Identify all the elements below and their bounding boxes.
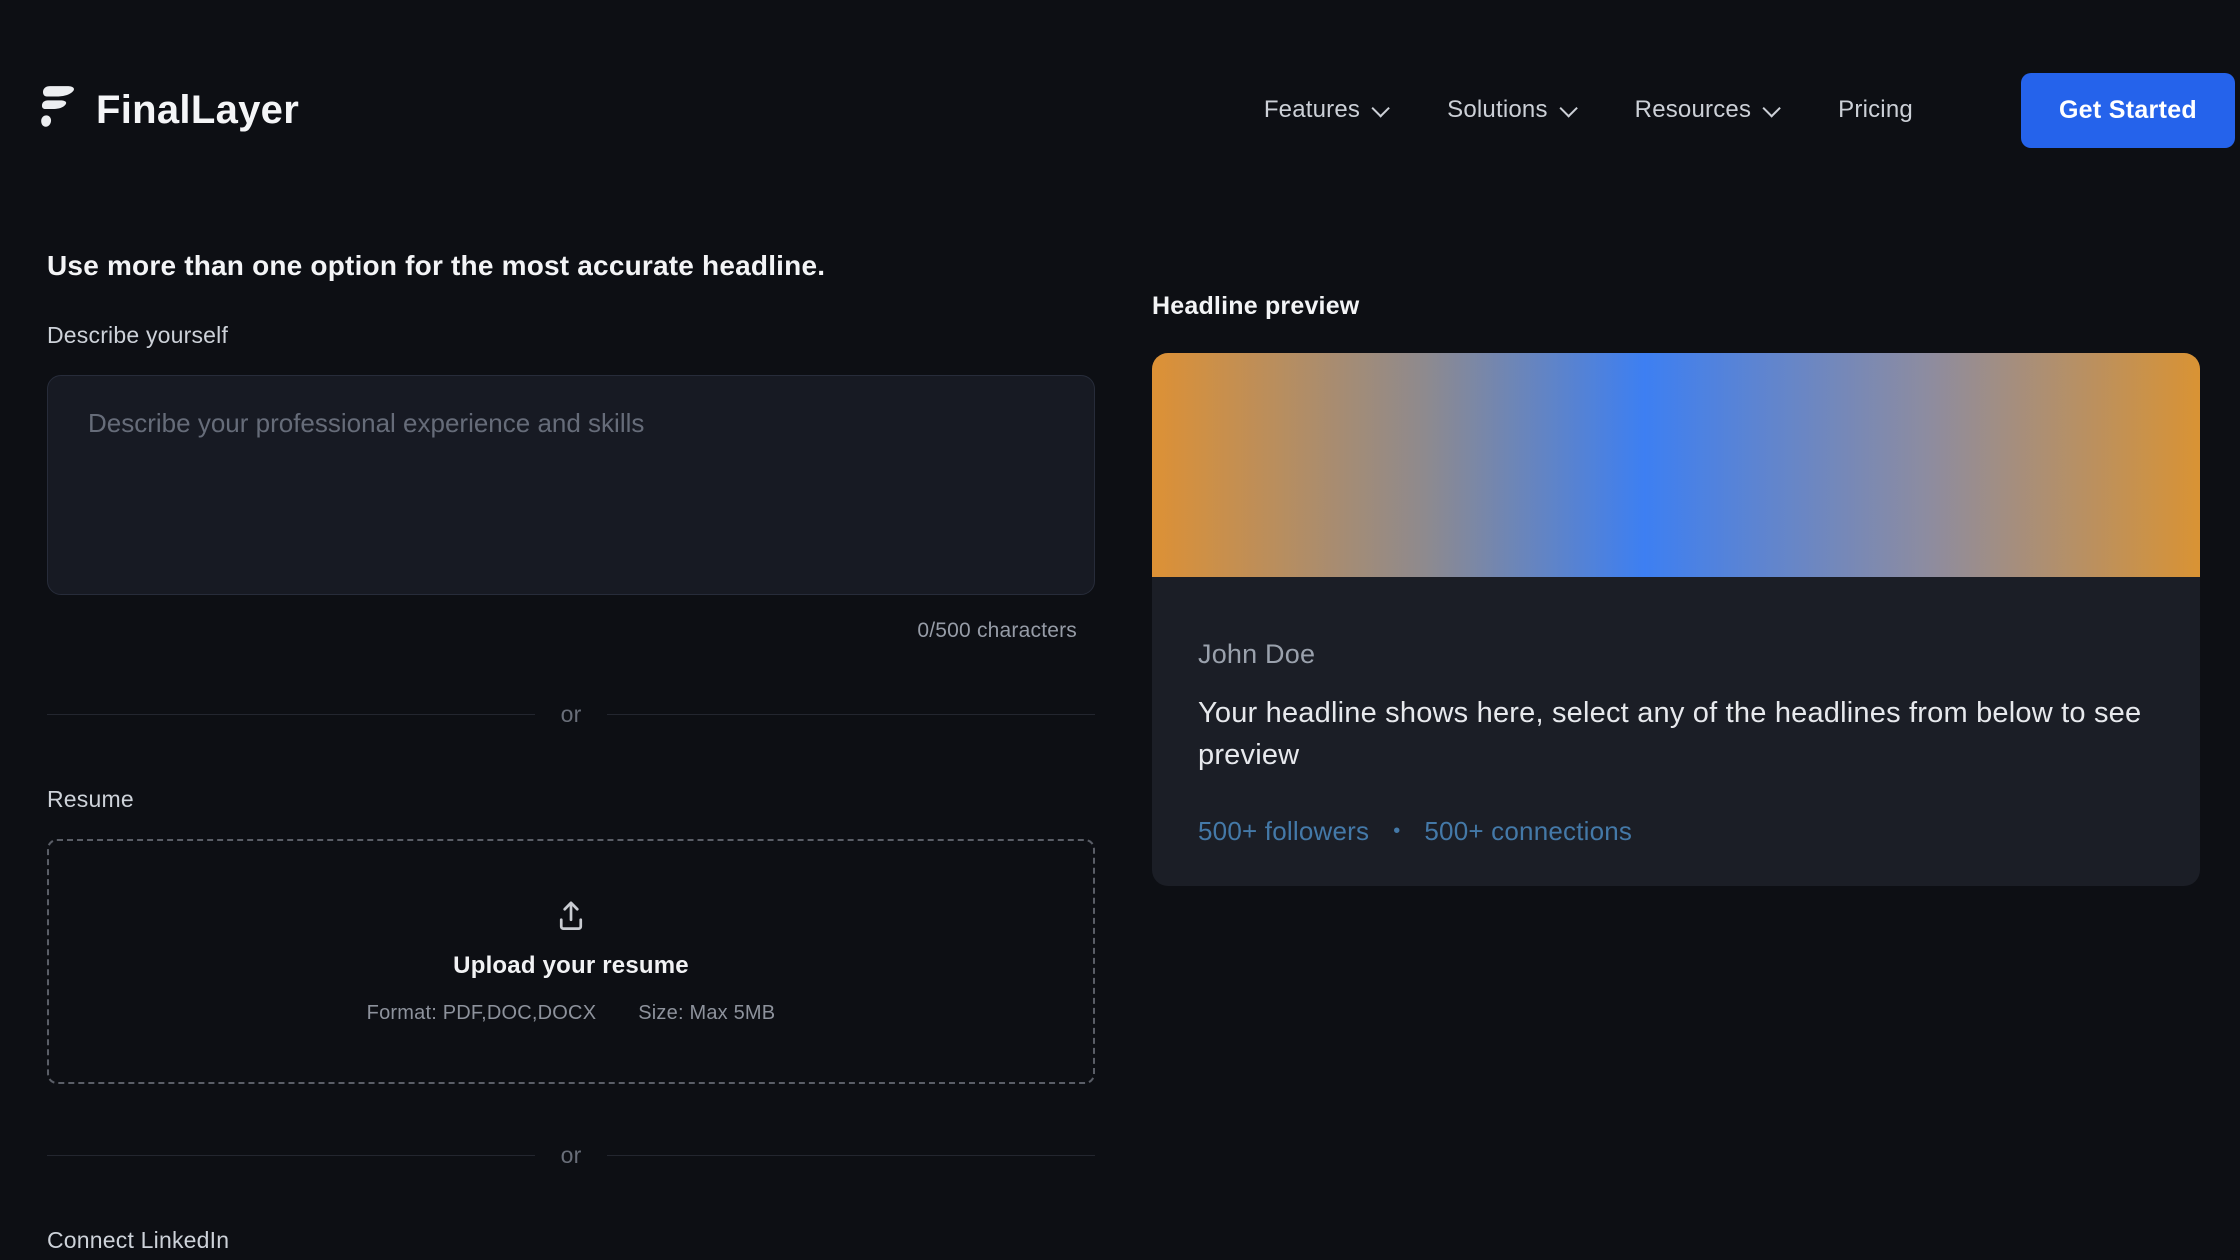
resume-label: Resume (47, 786, 1095, 813)
divider-line (47, 714, 535, 715)
resume-upload-dropzone[interactable]: Upload your resume Format: PDF,DOC,DOCX … (47, 839, 1095, 1084)
profile-card-body: John Doe Your headline shows here, selec… (1152, 577, 2200, 847)
nav-label-resources: Resources (1635, 96, 1752, 124)
upload-title: Upload your resume (453, 952, 689, 980)
page-content: Use more than one option for the most ac… (0, 170, 2240, 1254)
preview-heading: Headline preview (1152, 292, 2200, 321)
nav-label-pricing: Pricing (1838, 96, 1913, 124)
connections-count: 500+ connections (1424, 816, 1632, 847)
profile-headline-placeholder: Your headline shows here, select any of … (1198, 692, 2154, 776)
upload-requirements: Format: PDF,DOC,DOCX Size: Max 5MB (367, 1002, 776, 1025)
connect-linkedin-label: Connect LinkedIn (47, 1227, 1095, 1254)
nav-label-solutions: Solutions (1447, 96, 1548, 124)
linkedin-profile-preview-card: John Doe Your headline shows here, selec… (1152, 353, 2200, 886)
nav-item-features[interactable]: Features (1264, 96, 1385, 124)
divider-line (47, 1155, 535, 1156)
describe-yourself-input[interactable] (47, 375, 1095, 595)
divider-line (607, 1155, 1095, 1156)
nav-item-solutions[interactable]: Solutions (1447, 96, 1573, 124)
top-navigation-bar: FinalLayer Features Solutions Resources … (0, 0, 2240, 170)
headline-preview-panel: Headline preview John Doe Your headline … (1152, 250, 2200, 1254)
dot-separator: • (1393, 820, 1400, 843)
brand-logo[interactable]: FinalLayer (30, 82, 299, 138)
upload-icon (553, 898, 589, 934)
chevron-down-icon (1559, 99, 1577, 117)
or-divider-label: or (561, 1142, 582, 1169)
nav-label-features: Features (1264, 96, 1360, 124)
main-nav: Features Solutions Resources Pricing Get… (1264, 73, 2235, 148)
or-divider: or (47, 1142, 1095, 1169)
or-divider-label: or (561, 701, 582, 728)
nav-item-pricing[interactable]: Pricing (1838, 96, 1913, 124)
headline-input-panel: Use more than one option for the most ac… (47, 250, 1095, 1254)
get-started-button[interactable]: Get Started (2021, 73, 2235, 148)
form-heading: Use more than one option for the most ac… (47, 250, 1095, 282)
chevron-down-icon (1372, 99, 1390, 117)
upload-format-text: Format: PDF,DOC,DOCX (367, 1002, 597, 1025)
divider-line (607, 714, 1095, 715)
profile-stats: 500+ followers • 500+ connections (1198, 816, 2154, 847)
nav-item-resources[interactable]: Resources (1635, 96, 1777, 124)
profile-name: John Doe (1198, 639, 2154, 670)
upload-size-text: Size: Max 5MB (638, 1002, 775, 1025)
chevron-down-icon (1763, 99, 1781, 117)
profile-banner (1152, 353, 2200, 577)
followers-count: 500+ followers (1198, 816, 1369, 847)
describe-yourself-label: Describe yourself (47, 322, 1095, 349)
brand-name: FinalLayer (96, 88, 299, 133)
character-counter: 0/500 characters (47, 619, 1095, 643)
finallayer-logo-icon (30, 82, 82, 138)
or-divider: or (47, 701, 1095, 728)
